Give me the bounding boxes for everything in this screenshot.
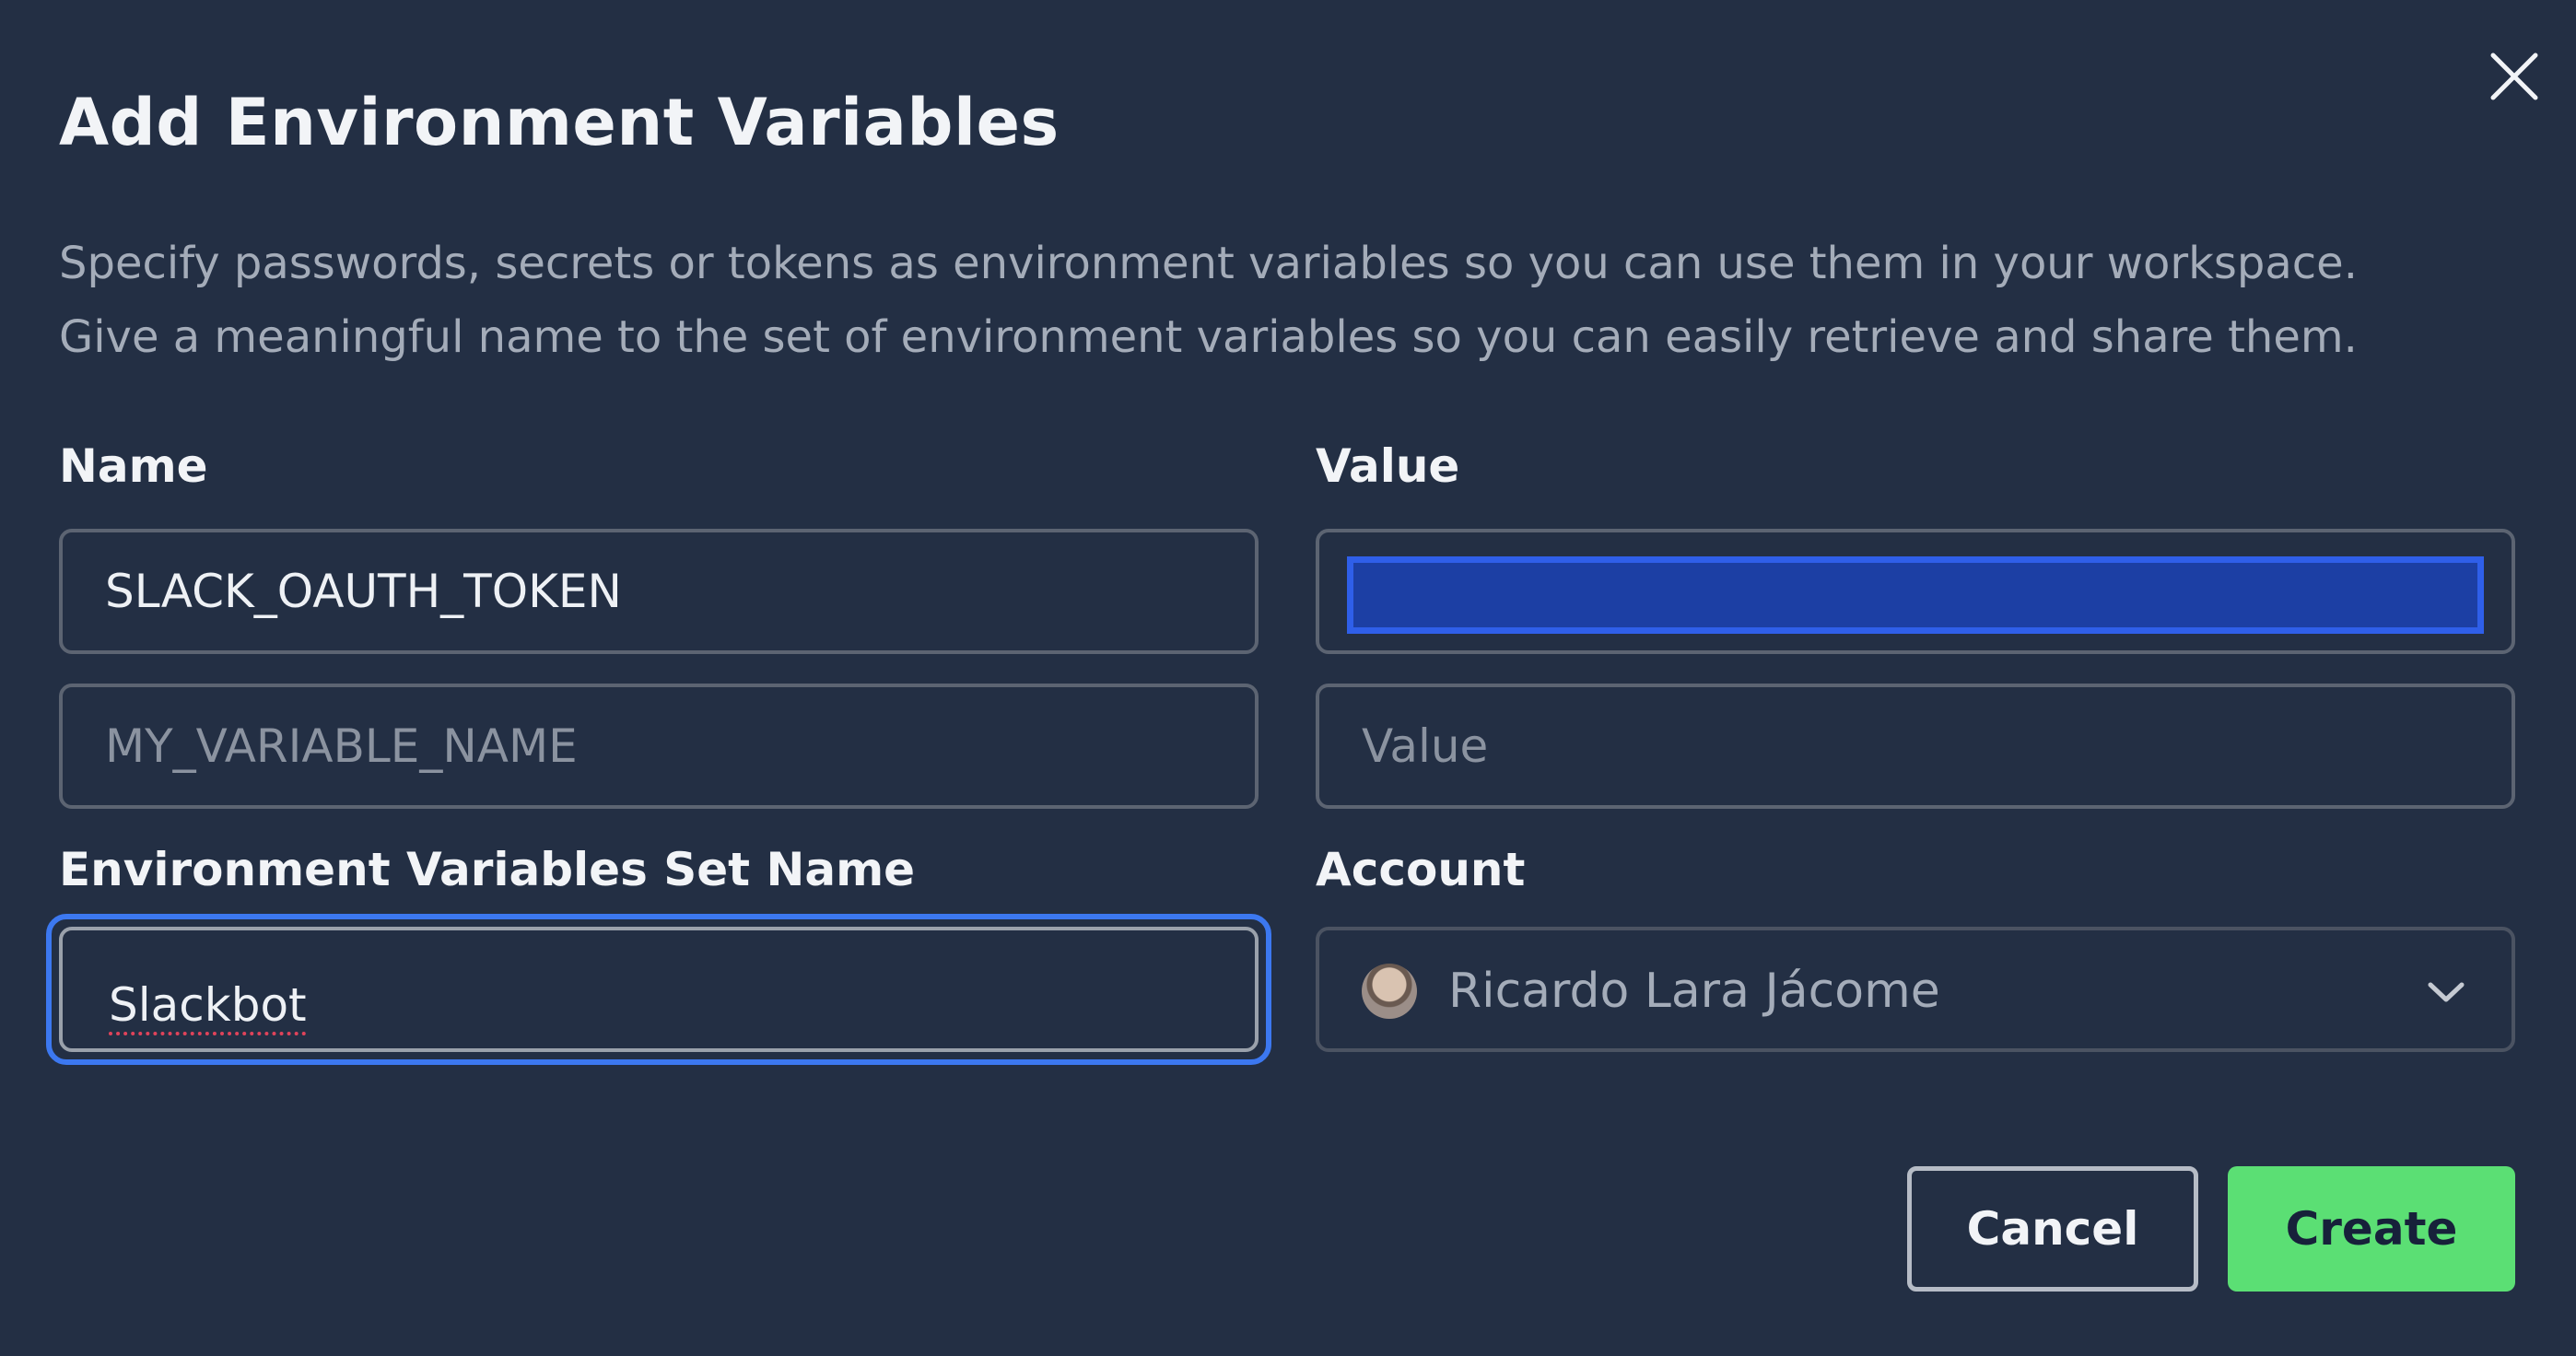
close-button[interactable] bbox=[2488, 50, 2541, 103]
avatar bbox=[1362, 964, 1417, 1019]
variable-name-input-2[interactable] bbox=[63, 687, 1255, 805]
masked-value-selection[interactable] bbox=[1347, 556, 2484, 634]
description-line-1: Specify passwords, secrets or tokens as … bbox=[59, 238, 2358, 289]
variable-name-field-1[interactable] bbox=[59, 529, 1259, 654]
account-selected-name: Ricardo Lara Jácome bbox=[1448, 964, 1940, 1019]
value-column-label: Value bbox=[1316, 439, 1460, 493]
variable-value-field-2[interactable] bbox=[1316, 684, 2515, 809]
name-column-label: Name bbox=[59, 439, 208, 493]
dialog-description: Specify passwords, secrets or tokens as … bbox=[59, 227, 2358, 374]
description-line-2: Give a meaningful name to the set of env… bbox=[59, 311, 2358, 363]
chevron-down-icon bbox=[2428, 982, 2465, 1002]
dialog-title: Add Environment Variables bbox=[59, 85, 1060, 160]
set-name-field[interactable]: Slackbot bbox=[59, 927, 1259, 1052]
variable-value-input-2[interactable] bbox=[1319, 687, 2512, 805]
variable-value-field-1[interactable] bbox=[1316, 529, 2515, 654]
set-name-label: Environment Variables Set Name bbox=[59, 843, 916, 896]
variable-name-field-2[interactable] bbox=[59, 684, 1259, 809]
set-name-focus-ring: Slackbot bbox=[46, 914, 1271, 1065]
account-select[interactable]: Ricardo Lara Jácome bbox=[1316, 927, 2515, 1052]
account-label: Account bbox=[1316, 843, 1526, 896]
cancel-button[interactable]: Cancel bbox=[1907, 1166, 2198, 1292]
add-env-vars-dialog: Add Environment Variables Specify passwo… bbox=[0, 0, 2576, 1356]
create-button[interactable]: Create bbox=[2228, 1166, 2515, 1292]
variable-name-input-1[interactable] bbox=[63, 532, 1255, 650]
set-name-value[interactable]: Slackbot bbox=[109, 978, 307, 1032]
close-icon bbox=[2490, 53, 2538, 100]
